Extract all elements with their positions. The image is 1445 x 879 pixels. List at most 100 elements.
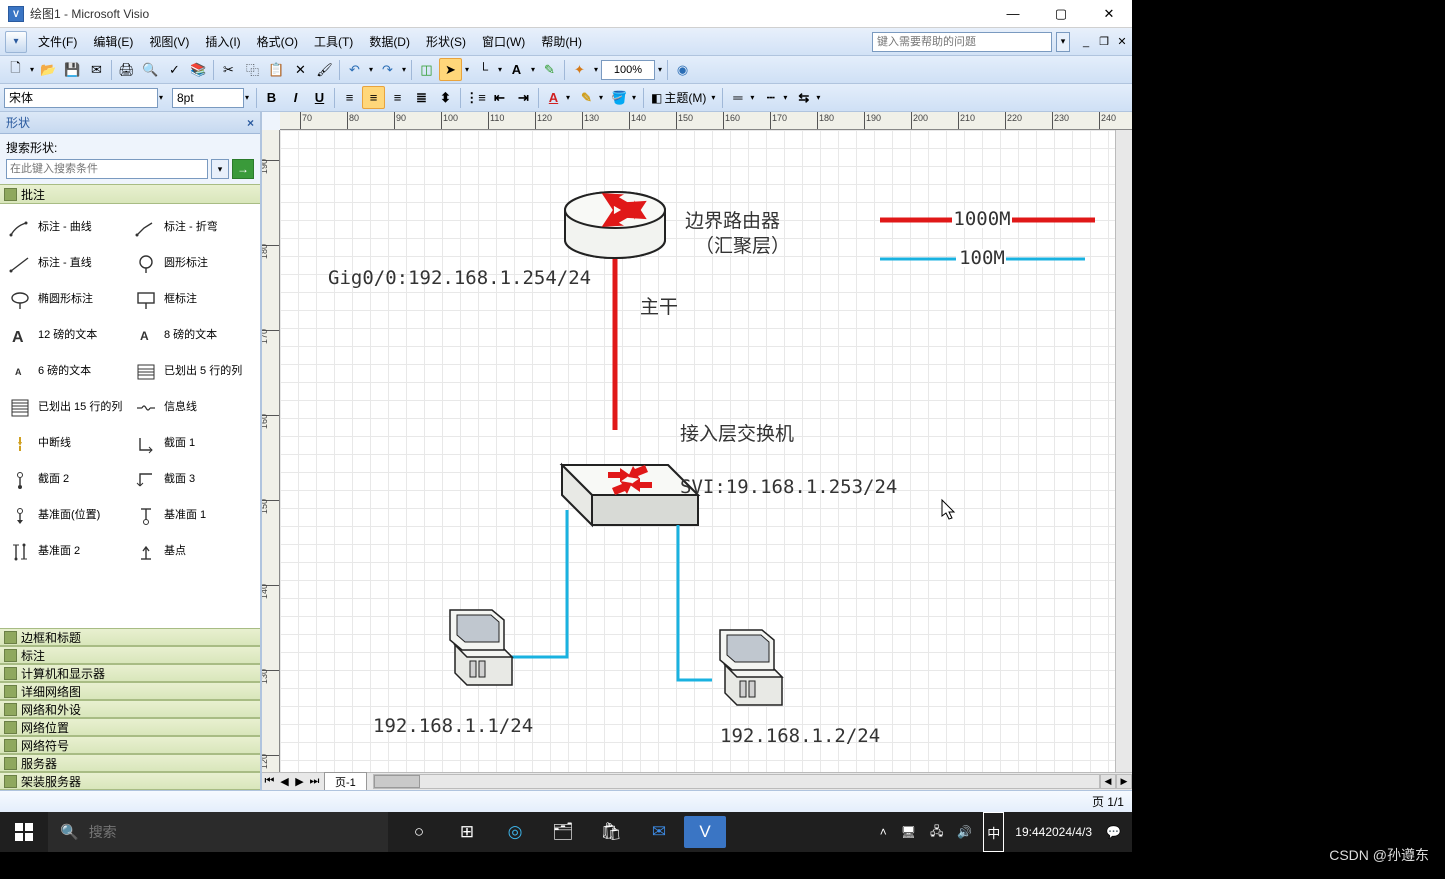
- taskbar-search-input[interactable]: [89, 824, 376, 840]
- taskbar-clock[interactable]: 19:44 2024/4/3: [1012, 812, 1095, 852]
- shapes-pane-close-button[interactable]: ×: [247, 116, 254, 130]
- visio-taskbar-icon[interactable]: V: [684, 816, 726, 848]
- connection-point-button[interactable]: ✦: [568, 58, 591, 81]
- increase-indent-button[interactable]: ⇥: [512, 86, 535, 109]
- pc1-shape[interactable]: [450, 610, 512, 685]
- stencil-item[interactable]: 截面 3: [130, 462, 256, 498]
- mdi-close-button[interactable]: ✕: [1114, 34, 1130, 50]
- theme-button[interactable]: ◧主题(M): [647, 87, 710, 109]
- horizontal-scrollbar[interactable]: [373, 774, 1100, 789]
- align-justify-button[interactable]: ≣: [410, 86, 433, 109]
- menu-format[interactable]: 格式(O): [249, 29, 306, 54]
- mdi-restore-button[interactable]: ❐: [1096, 34, 1112, 50]
- stencil-item[interactable]: 已划出 5 行的列: [130, 354, 256, 390]
- minimize-button[interactable]: —: [998, 4, 1028, 24]
- print-button[interactable]: 🖨: [115, 58, 138, 81]
- pc2-shape[interactable]: [720, 630, 782, 705]
- align-right-button[interactable]: ≡: [386, 86, 409, 109]
- menu-window[interactable]: 窗口(W): [474, 29, 533, 54]
- format-painter-button[interactable]: 🖌: [313, 58, 336, 81]
- align-left-button[interactable]: ≡: [338, 86, 361, 109]
- stencil-item[interactable]: 已划出 15 行的列: [4, 390, 130, 426]
- ink-tool-button[interactable]: ✎: [538, 58, 561, 81]
- font-size-selector[interactable]: [172, 88, 244, 108]
- page-tab-1[interactable]: 页-1: [324, 772, 367, 790]
- line-ends-button[interactable]: ⇆: [792, 86, 815, 109]
- tray-volume-icon[interactable]: 🔊: [954, 812, 975, 852]
- help-search-input[interactable]: [872, 32, 1052, 52]
- stencil-header[interactable]: 网络位置: [0, 718, 260, 736]
- taskbar-search[interactable]: 🔍: [48, 812, 388, 852]
- bullets-button[interactable]: ⋮≡: [464, 86, 487, 109]
- shapes-search-dropdown[interactable]: ▾: [211, 159, 229, 179]
- italic-button[interactable]: I: [284, 86, 307, 109]
- vertical-scrollbar[interactable]: [1115, 130, 1132, 772]
- align-center-button[interactable]: ≡: [362, 86, 385, 109]
- task-view-icon[interactable]: ⊞: [444, 812, 490, 852]
- cut-button[interactable]: ✂: [217, 58, 240, 81]
- hscroll-right-button[interactable]: ▶: [1116, 774, 1132, 789]
- stencil-item[interactable]: 框标注: [130, 282, 256, 318]
- fill-color-button[interactable]: 🪣: [608, 86, 631, 109]
- redo-button[interactable]: ↷: [376, 58, 399, 81]
- spelling-button[interactable]: ✓: [163, 58, 186, 81]
- stencil-header[interactable]: 标注: [0, 646, 260, 664]
- distribute-button[interactable]: ⬍: [434, 86, 457, 109]
- shapes-search-go-button[interactable]: →: [232, 159, 254, 179]
- store-icon[interactable]: 🛍: [588, 812, 634, 852]
- zoom-input[interactable]: [601, 60, 655, 80]
- menu-tools[interactable]: 工具(T): [306, 29, 361, 54]
- pointer-tool-button[interactable]: ➤: [439, 58, 462, 81]
- switch-shape[interactable]: [562, 465, 698, 525]
- menu-edit[interactable]: 编辑(E): [85, 29, 141, 54]
- stencil-item[interactable]: A6 磅的文本: [4, 354, 130, 390]
- open-button[interactable]: 📂: [37, 58, 60, 81]
- connector-tool-button[interactable]: └: [472, 58, 495, 81]
- mdi-minimize-button[interactable]: _: [1078, 34, 1094, 50]
- link-pc1[interactable]: [510, 510, 567, 657]
- stencil-item[interactable]: 基准面 1: [130, 498, 256, 534]
- stencil-header-active[interactable]: 批注: [0, 184, 260, 204]
- stencil-item[interactable]: 标注 - 曲线: [4, 210, 130, 246]
- stencil-item[interactable]: 基点: [130, 534, 256, 570]
- stencil-item[interactable]: 标注 - 直线: [4, 246, 130, 282]
- page-first-button[interactable]: ⏮: [262, 774, 277, 789]
- print-preview-button[interactable]: 🔍: [139, 58, 162, 81]
- stencil-item[interactable]: 圆形标注: [130, 246, 256, 282]
- copy-button[interactable]: ⿻: [241, 58, 264, 81]
- drawing-canvas[interactable]: 1000M 100M: [280, 130, 1115, 772]
- stencil-item[interactable]: 信息线: [130, 390, 256, 426]
- bold-button[interactable]: B: [260, 86, 283, 109]
- control-box-icon[interactable]: ▾: [5, 31, 27, 53]
- stencil-item[interactable]: 基准面 2: [4, 534, 130, 570]
- save-button[interactable]: 💾: [61, 58, 84, 81]
- page-prev-button[interactable]: ◀: [277, 774, 292, 789]
- delete-button[interactable]: ✕: [289, 58, 312, 81]
- tray-monitor-icon[interactable]: 🖥: [898, 812, 919, 852]
- cortana-icon[interactable]: ○: [396, 812, 442, 852]
- hscroll-left-button[interactable]: ◀: [1100, 774, 1116, 789]
- menu-data[interactable]: 数据(D): [361, 29, 418, 54]
- stencil-item[interactable]: 基准面(位置): [4, 498, 130, 534]
- stencil-header[interactable]: 网络和外设: [0, 700, 260, 718]
- text-tool-button[interactable]: A: [505, 58, 528, 81]
- stencil-item[interactable]: 标注 - 折弯: [130, 210, 256, 246]
- shapes-search-input[interactable]: [6, 159, 208, 179]
- stencil-header[interactable]: 网络符号: [0, 736, 260, 754]
- undo-button[interactable]: ↶: [343, 58, 366, 81]
- ime-indicator[interactable]: 中: [983, 812, 1004, 852]
- stencil-header[interactable]: 详细网络图: [0, 682, 260, 700]
- tray-up-icon[interactable]: ˄: [877, 812, 890, 852]
- menu-insert[interactable]: 插入(I): [197, 29, 248, 54]
- stencil-item[interactable]: A12 磅的文本: [4, 318, 130, 354]
- shapes-button[interactable]: ◫: [415, 58, 438, 81]
- menu-help[interactable]: 帮助(H): [533, 29, 590, 54]
- page-last-button[interactable]: ⏭: [307, 774, 322, 789]
- paste-button[interactable]: 📋: [265, 58, 288, 81]
- stencil-header[interactable]: 计算机和显示器: [0, 664, 260, 682]
- stencil-item[interactable]: A8 磅的文本: [130, 318, 256, 354]
- action-center-icon[interactable]: 💬: [1103, 812, 1124, 852]
- menu-file[interactable]: 文件(F): [30, 29, 85, 54]
- stencil-item[interactable]: 截面 2: [4, 462, 130, 498]
- explorer-icon[interactable]: 🗂: [540, 812, 586, 852]
